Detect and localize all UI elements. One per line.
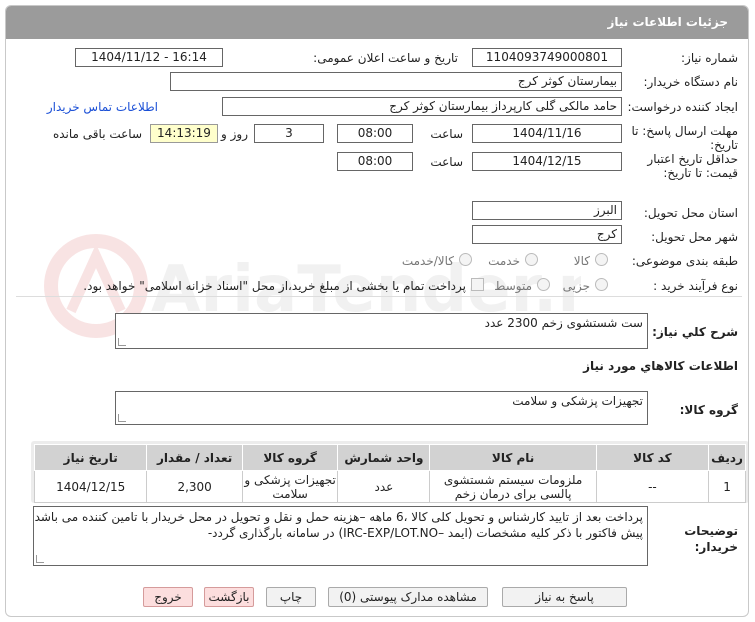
panel-titlebar: جزئیات اطلاعات نیاز [6,6,748,39]
category-radio-goods-service[interactable] [459,253,472,266]
details-panel: جزئیات اطلاعات نیاز AriaTender.neT شماره… [5,5,749,617]
province-field: البرز [472,201,622,220]
resize-grip-icon[interactable] [36,555,44,563]
process-option-minor: جزیی [562,279,590,293]
cell-row-number: 1 [708,470,746,503]
category-radio-service[interactable] [525,253,538,266]
creator-field: حامد مالکی گلی کارپرداز بیمارستان کوثر ک… [222,97,622,116]
table-row[interactable]: 1 -- ملزومات سیستم شستشوی پالسی برای درم… [33,470,746,503]
creator-label: ایجاد کننده درخواست: [627,100,738,114]
buyer-notes-field: پرداخت بعد از تایید کارشناس و تحویل کلی … [33,506,648,566]
goods-info-title: اطلاعات کالاهاي مورد نياز [583,359,738,373]
col-header-need-date: تاریخ نیاز [33,444,148,471]
buyer-org-label: نام دستگاه خریدار: [643,75,739,89]
col-header-item-code: کد کالا [595,444,710,471]
panel-title: جزئیات اطلاعات نیاز [607,15,728,29]
general-description-label: شرح کلي نياز: [652,325,738,339]
col-header-unit: واحد شمارش [337,444,431,471]
general-description-field: ست شستشوی زخم 2300 عدد [115,313,648,349]
goods-table: ردیف کد کالا نام کالا واحد شمارش گروه کا… [33,444,746,503]
process-type-label: نوع فرآیند خرید : [653,279,738,293]
cell-need-date: 1404/12/15 [33,470,148,503]
reply-deadline-label: مهلت ارسال پاسخ: تا تاریخ: [631,124,738,152]
buyer-notes-line-1: پرداخت بعد از تایید کارشناس و تحویل کلی … [33,510,643,524]
validity-time-field: 08:00 [337,152,413,171]
category-option-goods: کالا [573,254,590,268]
print-button[interactable]: چاپ [266,587,316,607]
buyer-org-field: بیمارستان کوثر کرج [170,72,622,91]
category-label: طبقه بندی موضوعی: [631,254,738,268]
treasury-payment-checkbox[interactable] [471,278,484,291]
min-validity-label: حداقل تاریخ اعتبار قیمت: تا تاریخ: [647,152,738,180]
city-field: کرج [472,225,622,244]
announce-label: تاریخ و ساعت اعلان عمومی: [313,51,458,65]
treasury-payment-note: پرداخت تمام یا بخشی از مبلغ خرید،از محل … [83,279,466,293]
resize-grip-icon[interactable] [118,414,126,422]
buyer-contact-link[interactable]: اطلاعات تماس خریدار [47,100,158,114]
col-header-quantity: تعداد / مقدار [146,444,243,471]
divider [16,296,742,297]
process-option-medium: متوسط [494,279,532,293]
general-description-text: ست شستشوی زخم 2300 عدد [484,316,643,330]
remaining-label: ساعت باقی مانده [52,127,142,141]
reply-date-field: 1404/11/16 [472,124,622,143]
announce-field: 1404/11/12 - 16:14 [75,48,223,67]
reply-time-field: 08:00 [337,124,413,143]
reply-to-need-button[interactable]: پاسخ به نیاز [502,587,627,607]
category-option-goods-service: کالا/خدمت [401,254,454,268]
buyer-notes-line-2: پیش فاکتور با ذکر کلیه مشخصات (ایمد –IRC… [207,526,643,540]
col-header-item-name: نام کالا [429,444,597,471]
reply-time-label: ساعت [430,127,463,141]
province-label: استان محل تحویل: [643,206,738,220]
days-remaining-field: 3 [254,124,324,143]
back-button[interactable]: بازگشت [204,587,254,607]
col-header-goods-group: گروه کالا [241,444,339,471]
validity-time-label: ساعت [430,155,463,169]
days-label: روز و [221,127,248,141]
category-radio-goods[interactable] [595,253,608,266]
view-attachments-button[interactable]: مشاهده مدارک پیوستی (0) [328,587,488,607]
goods-group-text: تجهیزات پزشکی و سلامت [512,394,643,408]
process-radio-minor[interactable] [595,278,608,291]
resize-grip-icon[interactable] [118,338,126,346]
cell-unit: عدد [337,470,431,503]
exit-button[interactable]: خروج [143,587,193,607]
cell-goods-group: تجهیزات پزشکی و سلامت [241,470,339,503]
col-header-row-number: ردیف [708,444,746,471]
city-label: شهر محل تحویل: [651,230,738,244]
buyer-notes-label: توضیحات خریدار: [684,524,738,554]
need-number-field: 1104093749000801 [472,48,622,67]
need-number-label: شماره نیاز: [681,51,738,65]
goods-group-field: تجهیزات پزشکی و سلامت [115,391,648,425]
validity-date-field: 1404/12/15 [472,152,622,171]
cell-item-code: -- [595,470,710,503]
table-header-row: ردیف کد کالا نام کالا واحد شمارش گروه کا… [33,444,746,471]
cell-quantity: 2,300 [146,470,243,503]
category-option-service: خدمت [488,254,520,268]
process-radio-medium[interactable] [537,278,550,291]
goods-group-label: گروه کالا: [679,403,738,417]
cell-item-name: ملزومات سیستم شستشوی پالسی برای درمان زخ… [429,470,597,503]
remaining-time-field: 14:13:19 [150,124,218,143]
